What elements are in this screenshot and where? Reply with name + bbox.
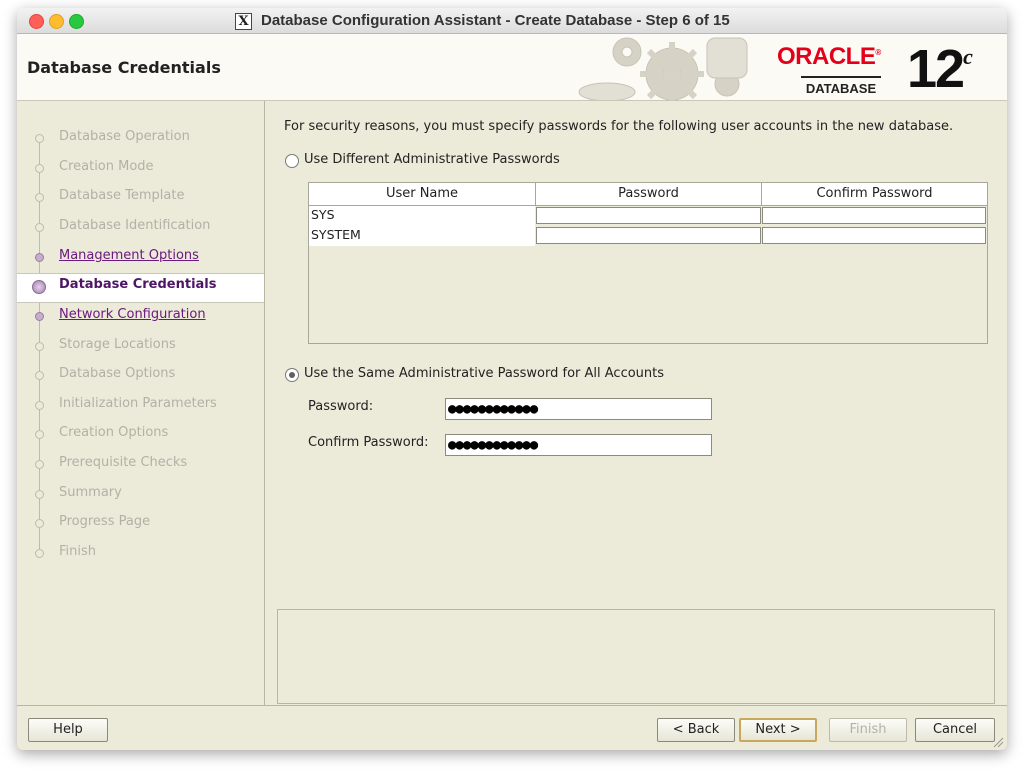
system-confirm-password-field[interactable] <box>762 227 986 244</box>
step-label: Database Options <box>59 366 176 381</box>
page-title: Database Credentials <box>27 58 221 77</box>
column-header-password[interactable]: Password <box>536 183 762 206</box>
x11-app-icon: X <box>235 13 252 30</box>
step-label: Prerequisite Checks <box>59 455 188 470</box>
step-label: Creation Mode <box>59 159 154 174</box>
step-storage-locations: Storage Locations <box>17 334 264 362</box>
system-password-field[interactable] <box>536 227 761 244</box>
step-bullet-icon <box>35 401 44 410</box>
step-database-operation: Database Operation <box>17 126 264 154</box>
step-bullet-icon <box>35 342 44 351</box>
window-title: Database Configuration Assistant - Creat… <box>261 12 730 29</box>
step-database-identification: Database Identification <box>17 215 264 243</box>
intro-text: For security reasons, you must specify p… <box>284 119 954 134</box>
table-row: SYSTEM <box>309 226 987 246</box>
confirm-password-field[interactable]: ●●●●●●●●●●●● <box>445 434 712 456</box>
different-passwords-radio[interactable] <box>285 154 299 168</box>
column-header-user-name[interactable]: User Name <box>309 183 536 206</box>
step-label[interactable]: Network Configuration <box>59 307 206 322</box>
step-bullet-icon <box>35 430 44 439</box>
steps-sidebar: Database Operation Creation Mode Databas… <box>17 101 265 705</box>
password-field[interactable]: ●●●●●●●●●●●● <box>445 398 712 420</box>
zoom-window-button[interactable] <box>69 14 84 29</box>
minimize-window-button[interactable] <box>49 14 64 29</box>
finish-button[interactable]: Finish <box>829 718 907 742</box>
step-label: Storage Locations <box>59 337 176 352</box>
step-label: Finish <box>59 544 97 559</box>
step-label: Progress Page <box>59 514 151 529</box>
logo-version: 12 <box>907 39 965 99</box>
gears-graphic-icon <box>578 37 748 100</box>
help-button[interactable]: Help <box>28 718 108 742</box>
step-label: Creation Options <box>59 425 169 440</box>
step-label: Summary <box>59 485 122 500</box>
step-bullet-icon <box>35 460 44 469</box>
same-password-label[interactable]: Use the Same Administrative Password for… <box>304 366 664 381</box>
sys-confirm-password-field[interactable] <box>762 207 986 224</box>
step-prerequisite-checks: Prerequisite Checks <box>17 452 264 480</box>
step-bullet-icon <box>35 253 44 262</box>
step-database-credentials: Database Credentials <box>17 273 264 303</box>
step-label: Database Credentials <box>59 277 217 292</box>
back-button[interactable]: < Back <box>657 718 735 742</box>
dbca-window: X Database Configuration Assistant - Cre… <box>17 8 1007 750</box>
step-bullet-icon <box>35 490 44 499</box>
step-creation-mode: Creation Mode <box>17 156 264 184</box>
step-bullet-icon <box>35 223 44 232</box>
user-passwords-table: User Name Password Confirm Password SYS … <box>308 182 988 344</box>
step-bullet-icon <box>35 519 44 528</box>
next-button[interactable]: Next > <box>739 718 817 742</box>
cancel-button[interactable]: Cancel <box>915 718 995 742</box>
logo-database-text: DATABASE <box>801 76 881 96</box>
user-name-system: SYSTEM <box>311 227 361 242</box>
password-label: Password: <box>308 399 374 414</box>
same-password-radio[interactable] <box>285 368 299 382</box>
step-initialization-parameters: Initialization Parameters <box>17 393 264 421</box>
current-step-icon <box>32 280 46 294</box>
confirm-password-label: Confirm Password: <box>308 435 429 450</box>
close-window-button[interactable] <box>29 14 44 29</box>
oracle-wordmark: ORACLE <box>777 43 876 70</box>
sys-password-field[interactable] <box>536 207 761 224</box>
step-management-options[interactable]: Management Options <box>17 245 264 273</box>
column-header-confirm-password[interactable]: Confirm Password <box>762 183 987 206</box>
logo-version-sup: c <box>963 44 973 69</box>
step-bullet-icon <box>35 312 44 321</box>
step-bullet-icon <box>35 193 44 202</box>
oracle-logo: ORACLE® DATABASE 12c <box>777 39 973 99</box>
step-creation-options: Creation Options <box>17 422 264 450</box>
page-header: Database Credentials ORACLE® DATABASE 12… <box>17 34 1007 101</box>
step-finish: Finish <box>17 541 264 569</box>
content-panel: For security reasons, you must specify p… <box>265 101 1007 705</box>
table-row: SYS <box>309 206 987 226</box>
different-passwords-label[interactable]: Use Different Administrative Passwords <box>304 152 560 167</box>
step-bullet-icon <box>35 134 44 143</box>
step-label: Database Template <box>59 188 185 203</box>
button-bar: Help < Back Next > Finish Cancel <box>17 705 1007 750</box>
user-cell: SYSTEM <box>309 226 535 246</box>
step-bullet-icon <box>35 164 44 173</box>
resize-grip-icon[interactable] <box>992 736 1004 748</box>
step-database-template: Database Template <box>17 185 264 213</box>
step-label: Database Operation <box>59 129 190 144</box>
step-progress-page: Progress Page <box>17 511 264 539</box>
step-bullet-icon <box>35 549 44 558</box>
step-bullet-icon <box>35 371 44 380</box>
step-database-options: Database Options <box>17 363 264 391</box>
step-network-configuration[interactable]: Network Configuration <box>17 304 264 332</box>
message-area <box>277 609 995 704</box>
step-label[interactable]: Management Options <box>59 248 199 263</box>
title-bar: X Database Configuration Assistant - Cre… <box>17 8 1007 34</box>
user-cell: SYS <box>309 206 535 226</box>
step-label: Database Identification <box>59 218 211 233</box>
user-name-sys: SYS <box>311 207 335 222</box>
step-summary: Summary <box>17 482 264 510</box>
step-label: Initialization Parameters <box>59 396 217 411</box>
